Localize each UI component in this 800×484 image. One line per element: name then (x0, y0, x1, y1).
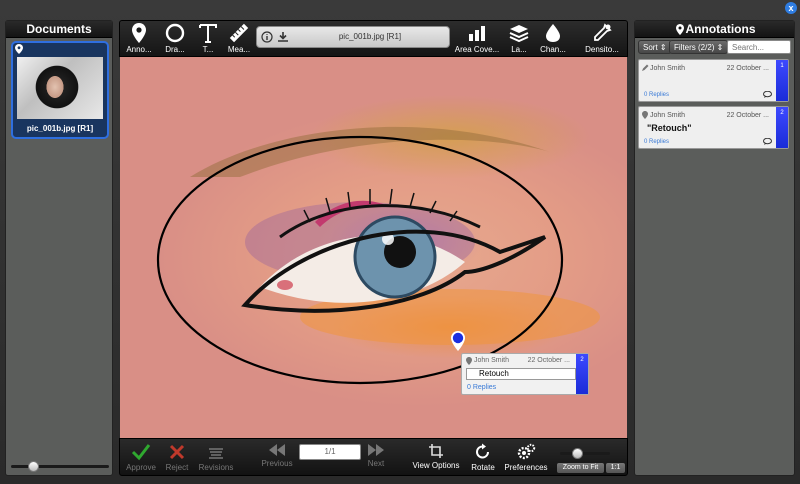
file-name: pic_001b.jpg [R1] (338, 32, 402, 41)
ruler-icon (229, 23, 249, 43)
layers-tool[interactable]: La... (506, 23, 532, 56)
densitometer-tool[interactable]: Densito... (580, 23, 624, 56)
document-thumbnail-image (17, 57, 103, 119)
zoom-actual-size-button[interactable]: 1:1 (606, 463, 625, 473)
text-tool[interactable]: T... (195, 23, 221, 56)
slider-track (11, 465, 109, 468)
view-options-button[interactable]: View Options (410, 443, 462, 470)
gear-icon (517, 443, 536, 460)
zoom-slider[interactable] (560, 448, 610, 459)
annotation-replies-link[interactable]: 0 Replies (644, 139, 669, 145)
page-number-input[interactable]: 1/1 (299, 444, 361, 460)
zoom-slider-knob[interactable] (572, 448, 583, 459)
annotation-card[interactable]: John Smith 22 October ... 0 Replies 1 (638, 59, 789, 102)
annotation-number-badge: 2 (776, 107, 788, 148)
annotation-text: "Retouch" (647, 123, 692, 133)
annotation-search-input[interactable] (727, 40, 791, 54)
annotation-card[interactable]: John Smith 22 October ... "Retouch" 0 Re… (638, 106, 789, 149)
rotate-icon (476, 443, 489, 459)
bottom-toolbar: Approve Reject Revisions Previous 1/1 Ne (119, 438, 628, 476)
preferences-button[interactable]: Preferences (503, 443, 549, 472)
top-toolbar: Anno... Dra... T... Mea... pic_001b.jpg … (119, 20, 628, 57)
next-button[interactable]: Next (364, 443, 388, 468)
info-icon[interactable] (261, 31, 273, 43)
fast-forward-icon (368, 444, 384, 456)
pin-icon (15, 44, 23, 54)
annotation-date: 22 October ... (726, 112, 769, 119)
annotation-author: John Smith (650, 65, 686, 72)
popup-date: 22 October ... (527, 357, 570, 364)
close-window-button[interactable]: x (785, 2, 797, 14)
circle-icon (165, 23, 185, 43)
filters-dropdown[interactable]: Filters (2/2) ⇕ (669, 40, 729, 54)
pencil-icon (642, 64, 649, 71)
reject-button[interactable]: Reject (162, 443, 192, 472)
file-name-bar: pic_001b.jpg [R1] (256, 26, 450, 48)
comment-bubble-icon[interactable] (763, 91, 772, 98)
slider-knob[interactable] (28, 461, 39, 472)
thumbnail-size-slider[interactable] (11, 461, 109, 472)
rewind-icon (269, 444, 285, 456)
annotation-number-badge: 1 (776, 60, 788, 101)
pin-icon (132, 23, 146, 43)
proof-viewer-app: x Documents pic_001b.jpg [R1] Anno... Dr… (0, 0, 800, 484)
droplet-icon (546, 24, 560, 42)
zoom-slider-track (560, 452, 610, 455)
x-icon (169, 444, 185, 460)
annotation-popup[interactable]: John Smith 22 October ... Retouch 0 Repl… (461, 353, 589, 395)
bar-chart-icon (469, 26, 485, 41)
document-thumbnail[interactable]: pic_001b.jpg [R1] (11, 41, 109, 139)
layers-icon (509, 25, 529, 43)
popup-comment-input[interactable]: Retouch (466, 368, 576, 380)
annotations-title: Annotations (635, 21, 794, 38)
sort-dropdown[interactable]: Sort ⇕ (638, 40, 672, 54)
annotate-tool[interactable]: Anno... (124, 23, 154, 56)
approve-button[interactable]: Approve (124, 443, 158, 472)
zoom-to-fit-button[interactable]: Zoom to Fit (557, 463, 604, 473)
annotation-pin-icon[interactable] (451, 331, 465, 351)
annotation-date: 22 October ... (726, 65, 769, 72)
pin-icon (676, 24, 684, 35)
popup-number-badge: 2 (576, 354, 588, 394)
annotations-panel: Annotations Sort ⇕ Filters (2/2) ⇕ John … (634, 20, 795, 476)
eyedropper-icon (594, 23, 612, 41)
download-icon[interactable] (277, 31, 289, 43)
crop-icon (429, 444, 443, 458)
checkmark-icon (131, 444, 151, 461)
comment-bubble-icon[interactable] (763, 138, 772, 145)
previous-button[interactable]: Previous (258, 443, 296, 468)
revisions-icon (209, 448, 223, 459)
annotation-filter-bar: Sort ⇕ Filters (2/2) ⇕ (638, 40, 791, 54)
image-canvas[interactable]: John Smith 22 October ... Retouch 0 Repl… (120, 57, 627, 438)
popup-replies-link[interactable]: 0 Replies (467, 384, 496, 391)
documents-title: Documents (6, 21, 112, 38)
channels-tool[interactable]: Chan... (538, 23, 568, 56)
pin-icon (642, 111, 648, 119)
pin-icon (466, 357, 472, 365)
revisions-button[interactable]: Revisions (196, 443, 236, 472)
rotate-button[interactable]: Rotate (468, 443, 498, 472)
document-thumbnail-label: pic_001b.jpg [R1] (26, 124, 94, 133)
area-coverage-tool[interactable]: Area Cove... (453, 23, 501, 56)
documents-panel: Documents pic_001b.jpg [R1] (5, 20, 113, 476)
draw-tool[interactable]: Dra... (160, 23, 190, 56)
measure-tool[interactable]: Mea... (224, 23, 254, 56)
popup-author: John Smith (474, 357, 510, 364)
annotation-author: John Smith (650, 112, 686, 119)
text-icon (199, 24, 217, 43)
annotation-replies-link[interactable]: 0 Replies (644, 92, 669, 98)
